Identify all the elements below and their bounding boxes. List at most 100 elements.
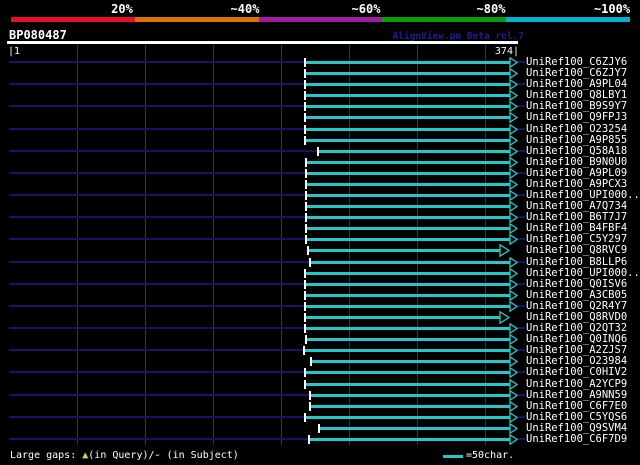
identity-scale-segment [258, 17, 383, 22]
arrowhead-icon [509, 78, 519, 91]
identity-scale-label: 20% [111, 2, 133, 16]
identity-scale-label: ~40% [230, 2, 260, 16]
alignment-bar[interactable] [305, 139, 510, 142]
alignment-bar[interactable] [305, 116, 510, 119]
arrowhead-icon [509, 355, 519, 368]
alignment-bar[interactable] [306, 194, 510, 197]
alignment-start-tick [305, 180, 307, 189]
arrowhead-icon [509, 233, 519, 246]
alignment-bar[interactable] [305, 272, 510, 275]
alignment-start-tick [305, 202, 307, 211]
arrowhead-icon [509, 333, 519, 346]
arrowhead-icon [509, 422, 519, 435]
alignment-bar[interactable] [305, 316, 500, 319]
alignment-bar[interactable] [305, 294, 510, 297]
alignment-bar[interactable] [308, 249, 500, 252]
arrowhead-icon [509, 211, 519, 224]
alignment-start-tick [309, 258, 311, 267]
alignment-start-tick [304, 324, 306, 333]
alignment-bar[interactable] [306, 238, 510, 241]
arrowhead-icon [509, 389, 519, 402]
alignment-start-tick [304, 136, 306, 145]
alignment-start-tick [317, 147, 319, 156]
alignment-bar[interactable] [305, 416, 510, 419]
arrowhead-icon [499, 243, 511, 258]
hit-label[interactable]: UniRef100_Q9FPJ3 [526, 112, 627, 123]
arrowhead-icon [509, 366, 519, 379]
alignment-bar[interactable] [306, 161, 510, 164]
alignment-bar[interactable] [305, 83, 510, 86]
identity-scale-label: ~100% [593, 2, 631, 16]
alignment-start-tick [305, 158, 307, 167]
alignment-bar[interactable] [306, 216, 510, 219]
arrowhead-icon [509, 167, 519, 180]
alignment-bar[interactable] [306, 338, 510, 341]
alignment-bar[interactable] [305, 383, 510, 386]
alignment-start-tick [304, 69, 306, 78]
alignment-bar[interactable] [318, 150, 510, 153]
alignment-bar[interactable] [310, 261, 510, 264]
hit-label[interactable]: UniRef100_C0HIV2 [526, 367, 627, 378]
identity-scale-segment [134, 17, 259, 22]
alignment-start-tick [304, 102, 306, 111]
arrowhead-icon [509, 433, 519, 446]
alignment-bar[interactable] [319, 427, 510, 430]
alignment-bar[interactable] [311, 360, 510, 363]
arrowhead-icon [509, 156, 519, 169]
arrowhead-icon [509, 189, 519, 202]
ruler-start-label: |1 [8, 46, 21, 57]
alignment-start-tick [304, 291, 306, 300]
alignment-start-tick [308, 435, 310, 444]
scale-sample-line [443, 455, 463, 458]
arrowhead-icon [509, 378, 519, 391]
alignment-bar[interactable] [305, 371, 510, 374]
alignment-start-tick [305, 224, 307, 233]
alignment-start-tick [304, 58, 306, 67]
alignment-start-tick [310, 357, 312, 366]
identity-scale-segment [11, 17, 135, 22]
alignment-start-tick [304, 91, 306, 100]
alignment-bar[interactable] [304, 349, 510, 352]
arrowhead-icon [509, 178, 519, 191]
gaps-legend-prefix: Large gaps: [10, 450, 83, 461]
gaps-legend-suffix: (in Subject) [160, 450, 239, 461]
arrowhead-icon [509, 134, 519, 147]
hit-label[interactable]: UniRef100_Q8RVC9 [526, 245, 627, 256]
arrowhead-icon [509, 222, 519, 235]
alignment-bar[interactable] [305, 305, 510, 308]
alignment-bar[interactable] [305, 61, 510, 64]
alignment-bar[interactable] [305, 94, 510, 97]
alignment-bar[interactable] [310, 394, 510, 397]
arrowhead-icon [509, 267, 519, 280]
alignment-bar[interactable] [305, 327, 510, 330]
identity-scale-segment [506, 17, 630, 22]
alignment-start-tick [304, 380, 306, 389]
alignment-bar[interactable] [306, 183, 510, 186]
alignment-bar[interactable] [305, 72, 510, 75]
alignment-start-tick [304, 368, 306, 377]
arrowhead-icon [509, 256, 519, 269]
alignment-start-tick [318, 424, 320, 433]
alignment-start-tick [303, 346, 305, 355]
alignment-bar[interactable] [306, 172, 510, 175]
arrowhead-icon [509, 200, 519, 213]
alignment-start-tick [304, 413, 306, 422]
alignment-start-tick [304, 269, 306, 278]
alignment-bar[interactable] [305, 128, 510, 131]
arrowhead-icon [509, 100, 519, 113]
alignment-bar[interactable] [310, 405, 510, 408]
arrowhead-icon [509, 145, 519, 158]
alignment-bar[interactable] [306, 205, 510, 208]
identity-scale-label: ~80% [476, 2, 506, 16]
alignment-bar[interactable] [309, 438, 510, 441]
alignment-bar[interactable] [305, 105, 510, 108]
alignment-bar[interactable] [306, 227, 510, 230]
hit-label[interactable]: UniRef100_C6F7D9 [526, 434, 627, 445]
alignment-start-tick [304, 313, 306, 322]
arrowhead-icon [509, 400, 519, 413]
alignment-bar[interactable] [305, 283, 510, 286]
alignment-start-tick [309, 402, 311, 411]
gaps-legend: Large gaps: ▲(in Query)/- (in Subject) [10, 449, 239, 463]
arrowhead-icon [509, 111, 519, 124]
query-id: BP080487 [9, 28, 67, 42]
